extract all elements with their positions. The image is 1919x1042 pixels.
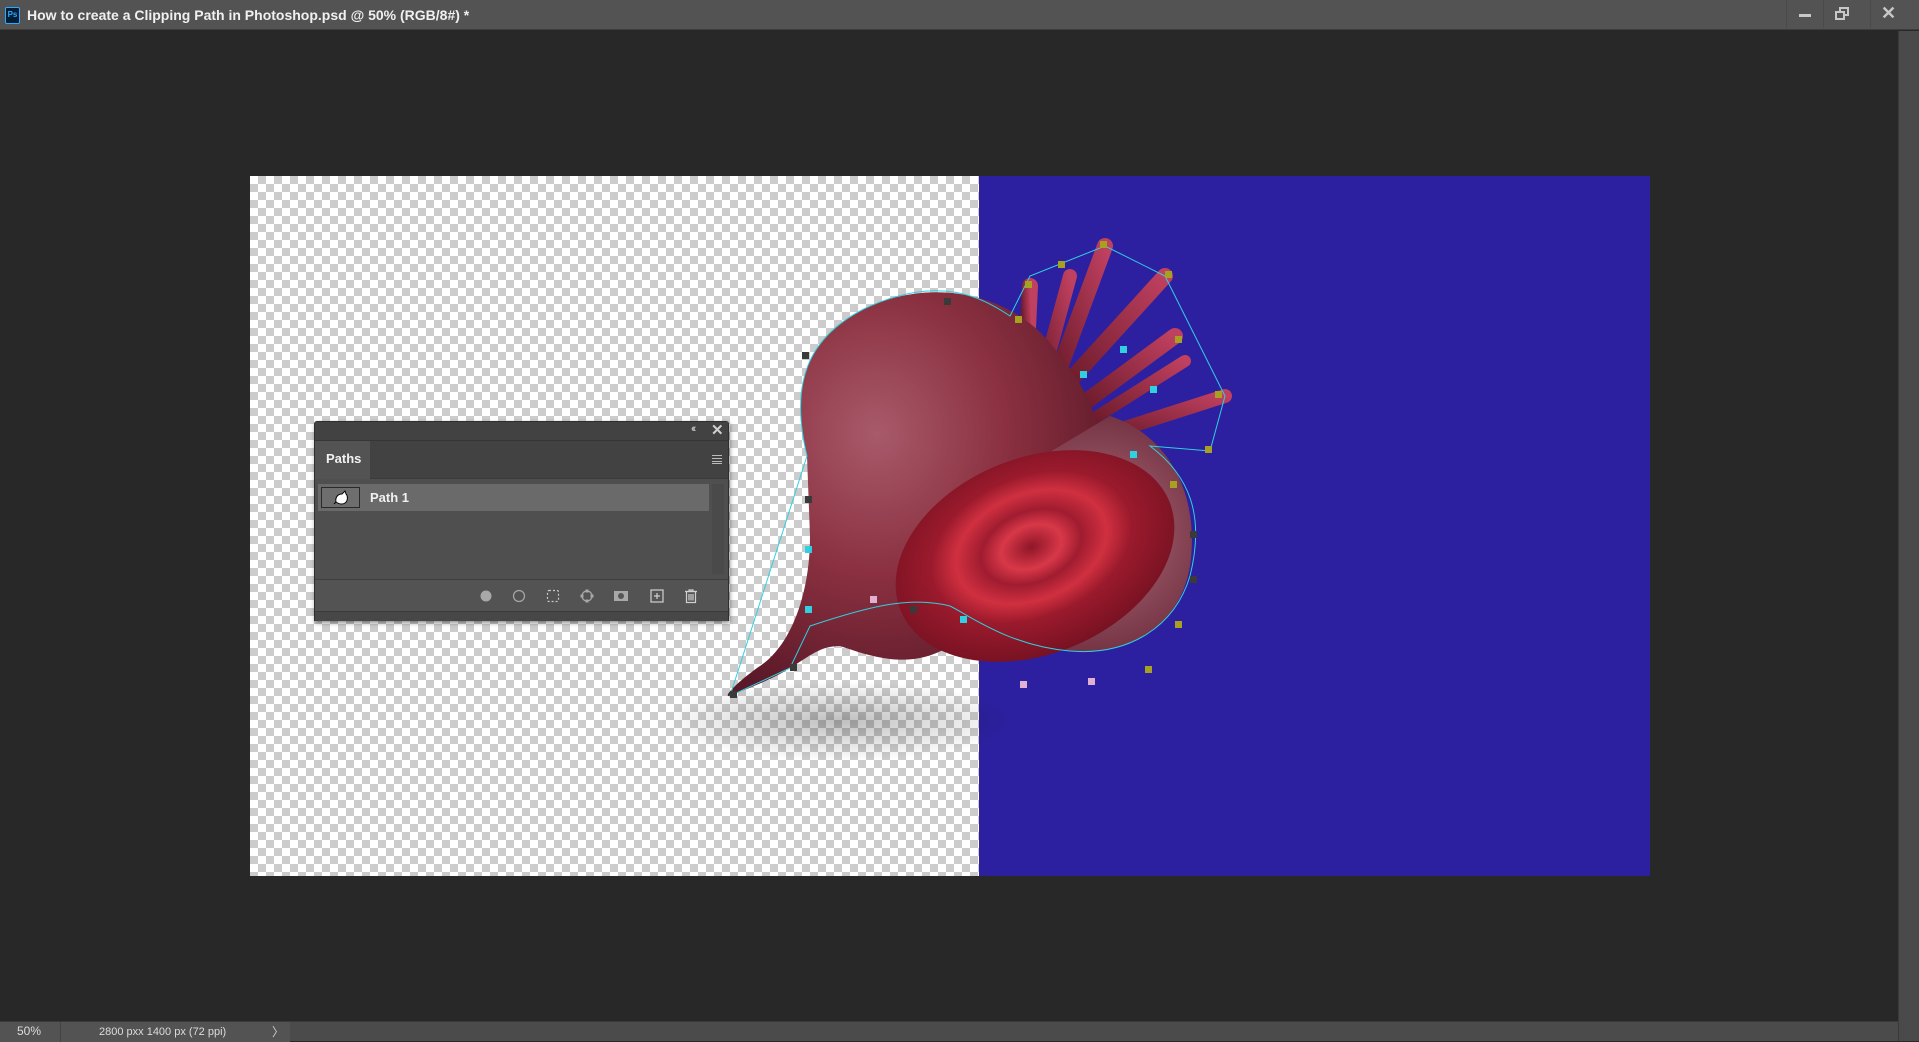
add-mask-button[interactable] bbox=[612, 587, 630, 605]
vertical-scroll-strip[interactable] bbox=[1898, 31, 1919, 1041]
document-workspace[interactable]: ‹‹ ✕ Paths Path 1 bbox=[0, 31, 1898, 1021]
trash-icon bbox=[685, 589, 697, 604]
close-window-button[interactable]: ✕ bbox=[1870, 0, 1906, 28]
tab-paths[interactable]: Paths bbox=[315, 441, 370, 479]
panel-footer bbox=[315, 579, 728, 611]
path-list: Path 1 bbox=[315, 479, 728, 579]
mask-icon bbox=[614, 591, 628, 601]
status-menu-arrow[interactable]: 〉 bbox=[272, 1022, 284, 1042]
panel-resize-grip[interactable] bbox=[315, 611, 728, 621]
minimize-button[interactable] bbox=[1786, 0, 1822, 28]
panel-drag-bar[interactable]: ‹‹ ✕ bbox=[315, 422, 728, 441]
work-path-icon bbox=[580, 589, 594, 603]
panel-tab-bar: Paths bbox=[315, 441, 728, 479]
stroke-circle-icon bbox=[512, 589, 526, 603]
path-name: Path 1 bbox=[370, 490, 410, 505]
collapse-panel-button[interactable]: ‹‹ bbox=[691, 423, 697, 435]
paths-panel[interactable]: ‹‹ ✕ Paths Path 1 bbox=[314, 421, 729, 621]
selection-icon bbox=[546, 589, 560, 603]
beet-shadow bbox=[660, 681, 1020, 761]
beet-thumbnail-icon bbox=[333, 490, 348, 505]
restore-button[interactable] bbox=[1823, 0, 1859, 28]
document-info: 2800 pxx 1400 px (72 ppi) bbox=[60, 1022, 290, 1042]
fill-path-button[interactable] bbox=[477, 587, 495, 605]
panel-menu-icon[interactable] bbox=[712, 455, 722, 464]
zoom-level-field[interactable]: 50% bbox=[0, 1022, 60, 1042]
create-new-path-button[interactable] bbox=[648, 587, 666, 605]
delete-path-button[interactable] bbox=[682, 587, 700, 605]
document-title: How to create a Clipping Path in Photosh… bbox=[27, 7, 470, 23]
new-path-icon bbox=[650, 589, 664, 603]
photoshop-icon: Ps bbox=[5, 7, 20, 24]
path-thumbnail bbox=[321, 487, 360, 508]
fill-circle-icon bbox=[480, 590, 492, 602]
stroke-path-button[interactable] bbox=[510, 587, 528, 605]
status-bar: 50% 2800 pxx 1400 px (72 ppi) 〉 bbox=[0, 1021, 1898, 1042]
load-selection-button[interactable] bbox=[544, 587, 562, 605]
make-work-path-button[interactable] bbox=[578, 587, 596, 605]
title-bar: Ps How to create a Clipping Path in Phot… bbox=[0, 0, 1919, 30]
minimize-icon bbox=[1799, 14, 1811, 17]
close-panel-button[interactable]: ✕ bbox=[711, 421, 724, 439]
path-list-scrollbar[interactable] bbox=[712, 484, 724, 574]
path-row[interactable]: Path 1 bbox=[318, 484, 709, 511]
